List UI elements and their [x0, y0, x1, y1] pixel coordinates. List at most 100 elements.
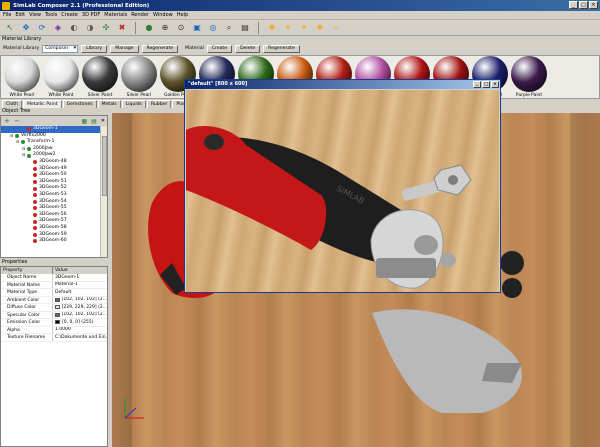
show-icon[interactable]: ◑: [84, 22, 96, 34]
tree-item[interactable]: 3DGeom-48: [1, 159, 107, 166]
tab-material-category[interactable]: Metals: [97, 100, 121, 108]
zoom-box-icon[interactable]: ▣: [191, 22, 203, 34]
regenerate-material-button[interactable]: Regenerate: [263, 44, 300, 53]
material-swatch[interactable]: Silver Pearl: [120, 56, 158, 99]
delete-button[interactable]: Delete: [235, 44, 261, 53]
property-value[interactable]: [102, 102, 102] (2...: [53, 297, 107, 304]
menu-edit[interactable]: Edit: [15, 12, 25, 18]
color-swatch-icon[interactable]: [55, 320, 60, 325]
property-row[interactable]: Diffuse Color [229, 229, 229] (2...: [1, 304, 107, 312]
material-swatch[interactable]: White Paint: [42, 56, 80, 99]
color-swatch-icon[interactable]: [55, 305, 60, 310]
material-swatch[interactable]: Silver Paint: [81, 56, 119, 99]
menu-3dpdf[interactable]: 3D PDF: [82, 12, 100, 18]
tree-item[interactable]: 3DGeom-55: [1, 205, 107, 212]
menu-window[interactable]: Window: [153, 12, 173, 18]
bulb-icon[interactable]: ✺: [266, 22, 278, 34]
select-icon[interactable]: ↖: [4, 22, 16, 34]
render-icon[interactable]: ▤: [239, 22, 251, 34]
render-window[interactable]: "default" [800 x 600] _ □ × SIMLAB: [184, 79, 501, 293]
menu-tools[interactable]: Tools: [45, 12, 57, 18]
property-value[interactable]: [102, 102, 102] (2...: [53, 312, 107, 319]
create-button[interactable]: Create: [206, 44, 233, 53]
expand-icon[interactable]: ⊟: [22, 152, 26, 159]
property-row[interactable]: Object Name 3DGeom-1: [1, 274, 107, 282]
tab-material-category[interactable]: Liquids: [121, 100, 146, 108]
property-value[interactable]: 1.0000: [53, 327, 107, 334]
color-swatch-icon[interactable]: [55, 312, 60, 317]
rotate-icon[interactable]: ⟳: [36, 22, 48, 34]
orbit-icon[interactable]: ◎: [207, 22, 219, 34]
light-icon[interactable]: ☀: [282, 22, 294, 34]
property-value[interactable]: Default: [53, 289, 107, 296]
menu-file[interactable]: File: [3, 12, 11, 18]
tree-item[interactable]: 3DGeom-60: [1, 238, 107, 245]
regenerate-library-button[interactable]: Regenerate: [141, 44, 179, 53]
tree-item[interactable]: ⊟ 2000Jaw2: [1, 152, 107, 159]
folder-icon[interactable]: ▦: [81, 118, 87, 125]
color-swatch-icon[interactable]: [55, 297, 60, 302]
menu-create[interactable]: Create: [61, 12, 78, 18]
render-close-button[interactable]: ×: [491, 81, 499, 88]
tree-item[interactable]: ⊟ Transform-1: [1, 139, 107, 146]
tree-item[interactable]: 3DGeom-50: [1, 172, 107, 179]
property-value[interactable]: [229, 229, 229] (2...: [53, 304, 107, 311]
expand-icon[interactable]: ⊟: [16, 139, 20, 146]
scale-icon[interactable]: ◈: [52, 22, 64, 34]
sun-icon[interactable]: ✹: [314, 22, 326, 34]
property-value[interactable]: C:\Dokumente und Ein...: [53, 334, 107, 341]
menu-view[interactable]: View: [29, 12, 41, 18]
tree-scroll-thumb[interactable]: [102, 136, 107, 196]
expand-icon[interactable]: ⊟: [10, 133, 14, 140]
property-column-header[interactable]: Property: [1, 267, 53, 274]
tab-material-category[interactable]: Rubber: [146, 100, 172, 108]
menu-materials[interactable]: Materials: [104, 12, 127, 18]
find-icon[interactable]: ▤: [91, 118, 97, 125]
property-row[interactable]: Material Name Material-1: [1, 281, 107, 289]
minimize-button[interactable]: _: [569, 1, 578, 9]
render-minimize-button[interactable]: _: [473, 81, 481, 88]
manage-button[interactable]: Manage: [110, 44, 139, 53]
value-column-header[interactable]: Value: [53, 267, 107, 274]
property-row[interactable]: Specular Color [102, 102, 102] (2...: [1, 311, 107, 319]
delete-icon[interactable]: ✖: [116, 22, 128, 34]
tree-item[interactable]: 3DGeom-1: [1, 126, 107, 133]
property-row[interactable]: Ambient Color [102, 102, 102] (2...: [1, 296, 107, 304]
library-button[interactable]: Library: [81, 44, 108, 53]
remove-icon[interactable]: −: [14, 117, 20, 125]
property-value[interactable]: 3DGeom-1: [53, 274, 107, 281]
tab-material-category[interactable]: Cloth: [2, 100, 23, 108]
tab-material-category[interactable]: Gemstones: [62, 100, 97, 108]
tree-item[interactable]: 3DGeom-52: [1, 185, 107, 192]
tree-item[interactable]: 3DGeom-58: [1, 225, 107, 232]
tree-item[interactable]: 3DGeom-57: [1, 218, 107, 225]
maximize-button[interactable]: □: [579, 1, 588, 9]
property-row[interactable]: Emission Color [0, 0, 0] (255): [1, 319, 107, 327]
hide-icon[interactable]: ◐: [68, 22, 80, 34]
material-swatch[interactable]: Purple Paint: [510, 56, 548, 99]
fit-icon[interactable]: ⊕: [159, 22, 171, 34]
move-icon[interactable]: ✥: [20, 22, 32, 34]
close-panel-icon[interactable]: ✕: [101, 118, 105, 124]
look-icon[interactable]: ⌕: [223, 22, 235, 34]
render-maximize-button[interactable]: □: [482, 81, 490, 88]
close-button[interactable]: ×: [589, 1, 598, 9]
material-icon[interactable]: ●: [143, 22, 155, 34]
pan-icon[interactable]: ✣: [100, 22, 112, 34]
property-value[interactable]: [0, 0, 0] (255): [53, 319, 107, 326]
property-row[interactable]: Alpha 1.0000: [1, 326, 107, 334]
property-row[interactable]: Material Type Default: [1, 289, 107, 297]
add-icon[interactable]: +: [4, 117, 10, 125]
spot-icon[interactable]: ✧: [330, 22, 342, 34]
tree-scrollbar[interactable]: [100, 126, 107, 257]
property-value[interactable]: Material-1: [53, 282, 107, 289]
tab-material-category[interactable]: Metallic Paint: [23, 100, 62, 108]
menu-help[interactable]: Help: [177, 12, 188, 18]
expand-icon[interactable]: ⊟: [22, 146, 26, 153]
material-swatch[interactable]: White Pearl: [3, 56, 41, 99]
library-select[interactable]: Composer: [42, 44, 79, 53]
camera-icon[interactable]: ✦: [298, 22, 310, 34]
tree-item[interactable]: ⊟ Verfix2000: [1, 133, 107, 140]
render-window-titlebar[interactable]: "default" [800 x 600] _ □ ×: [185, 80, 500, 89]
menu-render[interactable]: Render: [131, 12, 149, 18]
